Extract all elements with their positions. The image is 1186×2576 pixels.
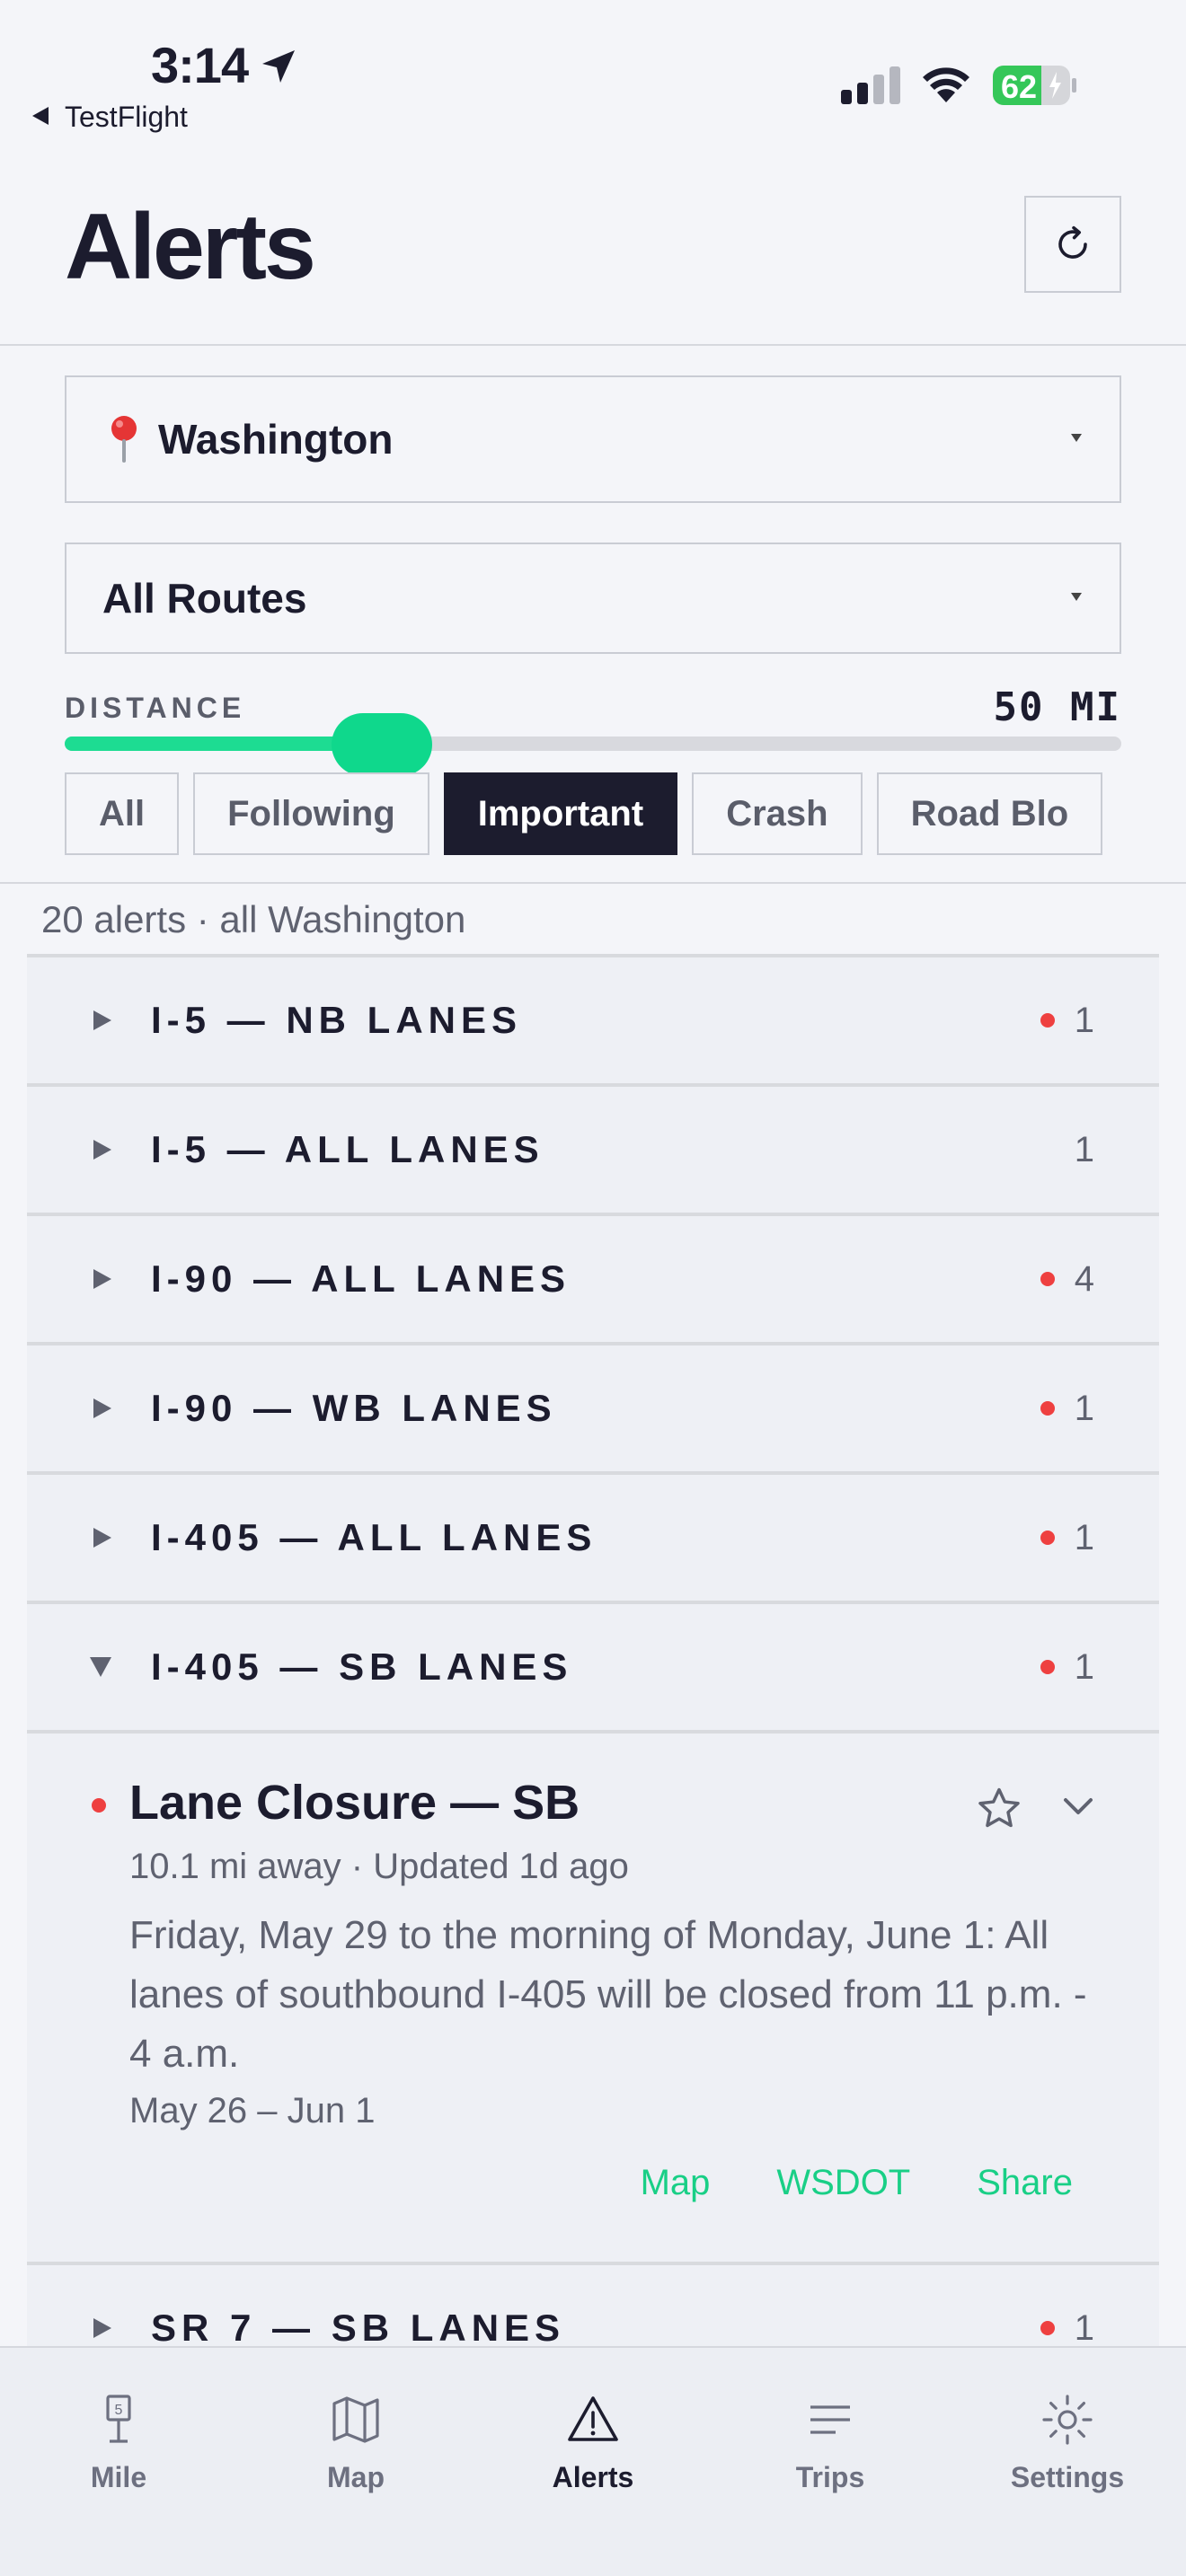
tab-label: Alerts xyxy=(552,2461,634,2493)
distance-label: DISTANCE xyxy=(65,692,246,724)
tab-label: Settings xyxy=(1010,2461,1125,2493)
chevron-down-icon[interactable] xyxy=(1060,1791,1096,1823)
disclosure-closed-icon xyxy=(93,1269,111,1289)
back-to-app-link[interactable]: TestFlight xyxy=(65,101,188,134)
region-select-value: Washington xyxy=(158,416,394,463)
star-icon[interactable] xyxy=(974,1784,1024,1834)
alert-group-row[interactable]: I-5 — ALL LANES 1 xyxy=(27,1083,1159,1213)
share-link[interactable]: Share xyxy=(977,2163,1073,2203)
filters-divider xyxy=(0,882,1186,884)
alert-group-name: I-5 — NB LANES xyxy=(151,999,523,1041)
cellular-signal-icon xyxy=(841,66,900,104)
page-title: Alerts xyxy=(65,195,316,299)
alert-dot xyxy=(92,1798,106,1813)
region-select[interactable]: Washington xyxy=(65,375,1121,503)
list-icon xyxy=(810,2405,850,2434)
back-arrow-icon[interactable] xyxy=(32,107,49,125)
header-divider xyxy=(0,344,1186,346)
alert-title: Lane Closure — SB xyxy=(129,1776,580,1830)
distance-slider-thumb[interactable] xyxy=(331,713,432,776)
route-select[interactable]: All Routes xyxy=(65,543,1121,654)
filter-chips: All Following Important Crash Road Blo xyxy=(65,772,1121,855)
alert-group-name: I-5 — ALL LANES xyxy=(151,1128,544,1170)
alert-group-name: SR 7 — SB LANES xyxy=(151,2307,566,2349)
milepost-icon: 5 xyxy=(106,2395,131,2443)
map-icon xyxy=(332,2396,379,2443)
warning-icon xyxy=(568,2396,618,2441)
location-arrow-icon xyxy=(262,50,295,83)
filter-chip-crash[interactable]: Crash xyxy=(692,772,863,855)
disclosure-open-icon xyxy=(90,1657,111,1677)
map-link[interactable]: Map xyxy=(641,2163,711,2203)
alert-dot xyxy=(1040,1272,1055,1286)
alert-group-name: I-90 — ALL LANES xyxy=(151,1257,571,1300)
tab-label: Mile xyxy=(90,2461,147,2493)
tab-alerts[interactable]: Alerts xyxy=(474,2391,712,2494)
alert-group-count: 4 xyxy=(1074,1258,1094,1299)
alert-dates: May 26 – Jun 1 xyxy=(129,2091,376,2130)
alert-group-name: I-405 — SB LANES xyxy=(151,1645,573,1688)
wifi-icon xyxy=(923,67,969,102)
alert-meta: 10.1 mi away · Updated 1d ago xyxy=(129,1847,629,1886)
chevron-down-icon xyxy=(1071,593,1082,601)
alert-dot xyxy=(1040,1013,1055,1028)
tab-mile[interactable]: 5 Mile xyxy=(0,2391,237,2494)
filter-chip-road-blo[interactable]: Road Blo xyxy=(876,772,1103,855)
alert-dot xyxy=(1040,1401,1055,1416)
alert-description: Friday, May 29 to the morning of Monday,… xyxy=(129,1913,1087,2076)
alert-group-row[interactable]: I-90 — WB LANES 1 xyxy=(27,1342,1159,1471)
alert-card: Lane Closure — SB 10.1 mi away · Updated … xyxy=(27,1730,1159,2262)
filter-chip-important[interactable]: Important xyxy=(443,772,678,855)
alert-group-count: 1 xyxy=(1074,1388,1094,1428)
battery-percent: 62 xyxy=(1001,68,1038,105)
alert-group-row[interactable]: I-405 — ALL LANES 1 xyxy=(27,1471,1159,1601)
refresh-button[interactable] xyxy=(1024,196,1121,293)
alert-group-name: I-90 — WB LANES xyxy=(151,1387,557,1429)
disclosure-closed-icon xyxy=(93,1010,111,1030)
alert-actions: Map WSDOT Share xyxy=(641,2163,1073,2203)
disclosure-closed-icon xyxy=(93,1398,111,1418)
alert-group-count: 1 xyxy=(1074,1129,1094,1169)
alert-group-row[interactable]: I-90 — ALL LANES 4 xyxy=(27,1213,1159,1342)
alert-group-list: I-5 — NB LANES 1 I-5 — ALL LANES 1 I-90 — AL… xyxy=(27,954,1159,2391)
milepost-badge: 5 xyxy=(115,2403,123,2418)
tab-settings[interactable]: Settings xyxy=(949,2391,1186,2494)
alert-dot xyxy=(1040,1531,1055,1545)
filter-chip-following[interactable]: Following xyxy=(193,772,429,855)
alert-dot xyxy=(1040,2321,1055,2335)
alert-group-count: 1 xyxy=(1074,2307,1094,2348)
status-time: 3:14 xyxy=(151,37,249,93)
battery-indicator: 62 xyxy=(992,65,1078,106)
disclosure-closed-icon xyxy=(93,1140,111,1160)
alert-group-row[interactable]: I-405 — SB LANES 1 xyxy=(27,1601,1159,1730)
alert-group-row[interactable]: I-5 — NB LANES 1 xyxy=(27,954,1159,1083)
distance-value: 50 MI xyxy=(993,684,1121,730)
filter-chip-all[interactable]: All xyxy=(65,772,180,855)
tab-label: Trips xyxy=(795,2461,865,2493)
alerts-summary: 20 alerts · all Washington xyxy=(41,898,466,940)
disclosure-closed-icon xyxy=(93,1528,111,1548)
refresh-icon xyxy=(1058,225,1087,259)
alert-group-count: 1 xyxy=(1074,1517,1094,1557)
alert-dot xyxy=(1040,1660,1055,1674)
alert-group-count: 1 xyxy=(1074,1646,1094,1687)
alert-group-count: 1 xyxy=(1074,1000,1094,1040)
route-select-value: All Routes xyxy=(102,575,307,622)
chevron-down-icon xyxy=(1071,434,1082,442)
tab-trips[interactable]: Trips xyxy=(712,2391,949,2494)
tab-bar: 5 Mile Map Alerts Trips Settings xyxy=(0,2346,1186,2576)
tab-label: Map xyxy=(327,2461,385,2493)
disclosure-closed-icon xyxy=(93,2318,111,2338)
pin-icon xyxy=(111,416,137,463)
alert-group-name: I-405 — ALL LANES xyxy=(151,1516,597,1558)
gear-icon xyxy=(1042,2395,1093,2445)
tab-map[interactable]: Map xyxy=(237,2391,474,2494)
wsdot-link[interactable]: WSDOT xyxy=(776,2163,910,2203)
